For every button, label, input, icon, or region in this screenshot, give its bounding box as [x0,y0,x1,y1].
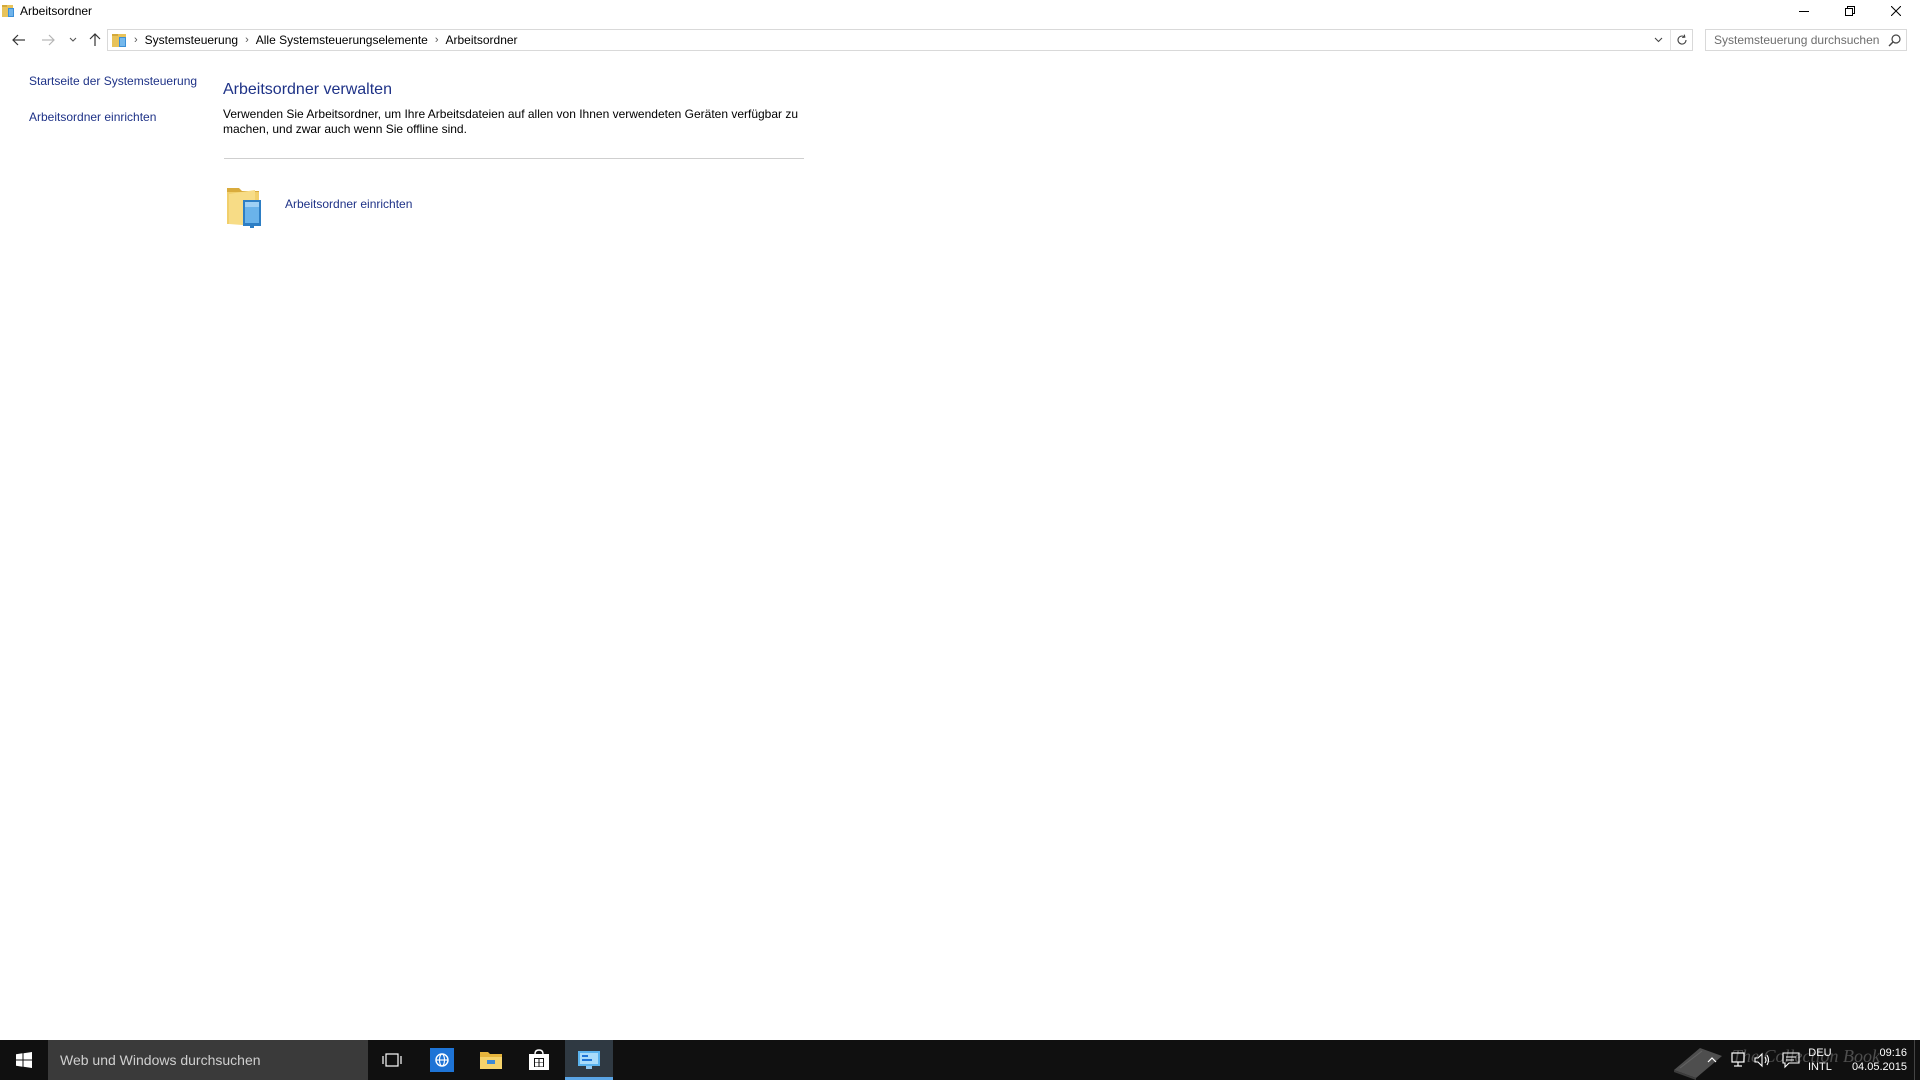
restore-button[interactable] [1827,0,1873,22]
chevron-down-icon [1654,37,1662,43]
breadcrumb-separator-icon[interactable]: › [435,34,439,46]
search-box[interactable] [1705,29,1907,51]
breadcrumb-separator-icon: › [134,34,138,46]
control-panel-home-link[interactable]: Startseite der Systemsteuerung [29,74,197,88]
back-button[interactable] [8,29,30,51]
close-button[interactable] [1873,0,1919,22]
store-icon [529,1049,549,1070]
keyboard-layout: INTL [1808,1061,1832,1073]
input-language-button[interactable]: DEU INTL [1808,1046,1832,1074]
search-icon[interactable] [1888,33,1902,47]
navigation-bar: › Systemsteuerung › Alle Systemsteuerung… [0,27,1920,53]
setup-work-folders-sidebar-link[interactable]: Arbeitsordner einrichten [29,110,156,124]
task-view-button[interactable] [368,1040,416,1080]
store-button[interactable] [515,1040,563,1080]
arrow-left-icon [12,34,25,46]
refresh-button[interactable] [1670,30,1692,50]
breadcrumb-arbeitsordner[interactable]: Arbeitsordner [446,33,518,47]
show-desktop-button[interactable] [1914,1040,1920,1080]
volume-button[interactable] [1753,1051,1773,1069]
clock-date: 04.05.2015 [1851,1061,1907,1073]
network-icon [1731,1052,1745,1067]
file-explorer-button[interactable] [467,1040,515,1080]
clock-button[interactable]: 09:16 04.05.2015 [1845,1046,1907,1074]
chevron-down-icon [69,37,77,42]
language-code: DEU [1808,1047,1832,1059]
left-navigation-pane: Startseite der Systemsteuerung Arbeitsor… [0,60,210,960]
taskbar-search-placeholder: Web und Windows durchsuchen [60,1052,261,1068]
divider [224,158,804,159]
address-bar[interactable]: › Systemsteuerung › Alle Systemsteuerung… [107,29,1693,51]
arrow-right-icon [42,34,55,46]
minimize-button[interactable] [1781,0,1827,22]
show-hidden-icons-button[interactable] [1705,1053,1719,1067]
network-button[interactable] [1729,1051,1749,1069]
breadcrumb-separator-icon[interactable]: › [245,34,249,46]
speaker-icon [1754,1052,1770,1068]
up-button[interactable] [84,29,106,51]
file-explorer-icon [480,1052,502,1069]
clock-time: 09:16 [1879,1047,1907,1059]
setup-work-folders-task[interactable]: Arbeitsordner einrichten [225,180,485,230]
internet-explorer-icon [430,1048,454,1072]
message-icon [1782,1052,1800,1069]
address-history-button[interactable] [1648,30,1668,50]
task-view-icon [382,1053,402,1067]
control-panel-icon [578,1051,600,1069]
breadcrumb: › Systemsteuerung › Alle Systemsteuerung… [134,33,518,47]
start-button[interactable] [0,1040,47,1080]
action-center-button[interactable] [1781,1051,1801,1069]
search-input[interactable] [1706,30,1886,50]
close-icon [1891,6,1901,16]
taskbar-search-box[interactable]: Web und Windows durchsuchen [48,1040,368,1080]
control-panel-icon [112,33,128,48]
minimize-icon [1799,11,1809,12]
recent-locations-button[interactable] [62,29,84,51]
setup-work-folders-link[interactable]: Arbeitsordner einrichten [285,197,412,211]
title-bar[interactable]: Arbeitsordner [0,0,1920,23]
chevron-up-icon [1707,1057,1717,1063]
restore-icon [1845,6,1855,16]
windows-logo-icon [15,1052,32,1068]
refresh-icon [1677,34,1687,45]
breadcrumb-alle-elemente[interactable]: Alle Systemsteuerungselemente [256,33,428,47]
work-folders-app-icon [2,4,16,18]
control-panel-window: Arbeitsordner › Systemsteuerung › Alle S… [0,0,1920,1040]
page-description: Verwenden Sie Arbeitsordner, um Ihre Arb… [223,107,799,136]
window-title: Arbeitsordner [20,4,93,18]
breadcrumb-systemsteuerung[interactable]: Systemsteuerung [145,33,238,47]
work-folders-icon[interactable] [225,180,267,230]
page-title: Arbeitsordner verwalten [223,81,392,98]
arrow-up-icon [89,33,101,46]
internet-explorer-button[interactable] [418,1040,466,1080]
control-panel-taskbar-button[interactable] [565,1040,613,1080]
taskbar: Web und Windows durchsuchen The Collecti… [0,1040,1920,1080]
forward-button[interactable] [37,29,59,51]
